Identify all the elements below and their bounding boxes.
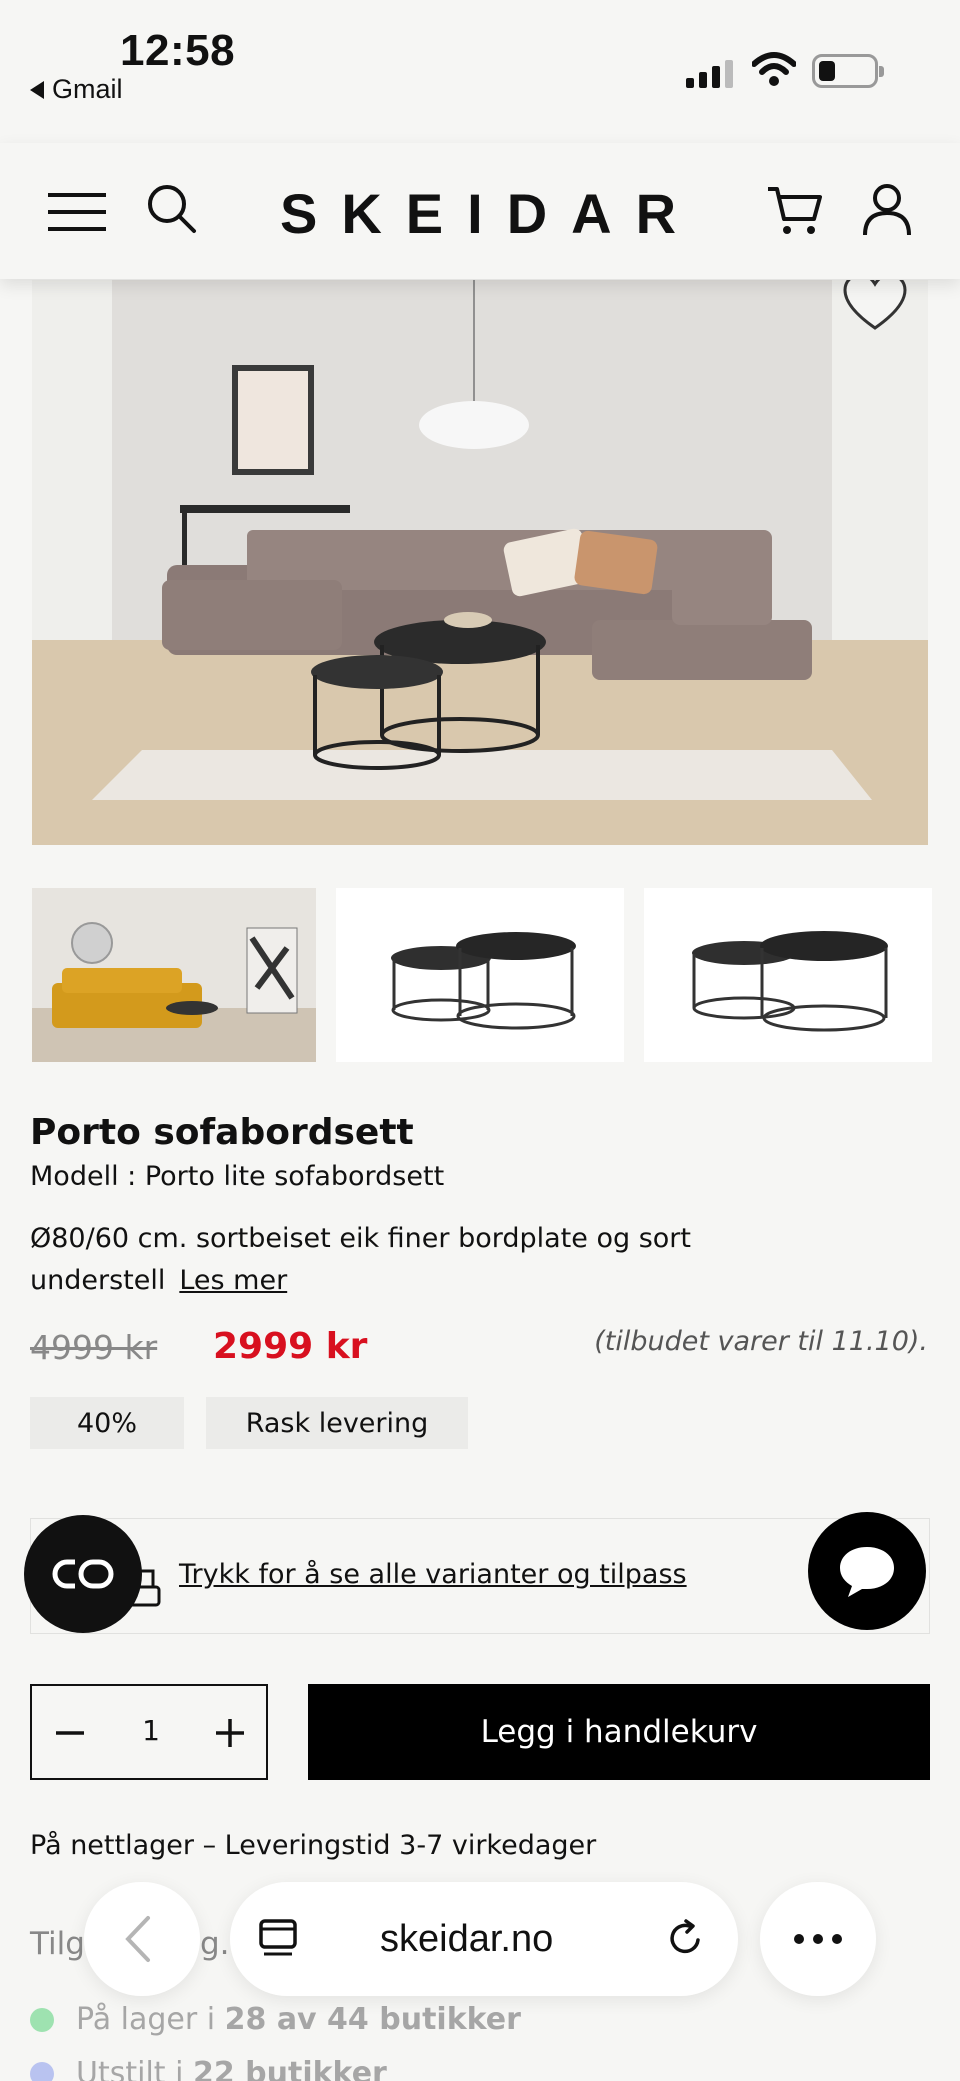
cellular-signal-icon [686,60,733,88]
browser-back-button[interactable] [84,1882,200,1996]
site-header: SKEIDAR [0,143,960,279]
back-triangle-icon [30,80,44,99]
sale-price: 2999 kr [213,1326,368,1367]
thumbnail-2[interactable] [336,888,624,1062]
in-stock-dot [30,2007,54,2032]
add-to-cart-button[interactable]: Legg i handlekurv [308,1684,930,1780]
offer-note: (tilbudet varer til 11.10). [594,1326,928,1357]
speech-bubble-icon [840,1547,894,1597]
product-title: Porto sofabordsett [30,1112,414,1153]
availability-heading-end: g. [200,1926,230,1962]
chat-assistant-button[interactable] [24,1515,142,1633]
read-more-link[interactable]: Les mer [179,1265,287,1296]
product-model: Modell : Porto lite sofabordsett [30,1161,445,1192]
displayed-count: 22 butikker [192,2056,387,2081]
in-stock-row[interactable]: På lager i 28 av 44 butikker [30,2002,521,2037]
quantity-value[interactable]: 1 [122,1714,180,1747]
in-stock-count: 28 av 44 butikker [224,2002,521,2037]
more-dots-icon [794,1934,842,1944]
living-room-scene [32,280,928,845]
status-time: 12:58 [120,26,236,75]
quantity-stepper: 1 [30,1684,268,1780]
availability-heading-start: Tilg [30,1926,85,1962]
browser-more-button[interactable] [760,1882,876,1996]
chat-button[interactable] [808,1512,926,1630]
variants-link-box[interactable]: Trykk for å se alle varianter og tilpass [30,1518,930,1634]
cart-icon[interactable] [766,185,822,237]
minus-icon[interactable] [52,1710,88,1756]
back-app-label: Gmail [52,74,123,104]
thumbnail-1[interactable] [32,888,316,1062]
discount-badge: 40% [30,1397,184,1449]
thumbnail-3[interactable] [644,888,932,1062]
online-stock-text: På nettlager – Leveringstid 3-7 virkedag… [30,1830,597,1861]
displayed-row[interactable]: Utstilt i 22 butikker [30,2056,387,2081]
browser-url: skeidar.no [380,1918,554,1960]
plus-icon[interactable] [212,1710,248,1756]
battery-icon [812,54,884,88]
description-text: Ø80/60 cm. sortbeiset eik finer bordplat… [30,1223,691,1296]
infinity-logo-icon [52,1559,114,1589]
displayed-prefix: Utstilt i [76,2056,193,2081]
old-price: 4999 kr [30,1328,158,1367]
reader-mode-icon[interactable] [258,1918,298,1960]
delivery-badge: Rask levering [206,1397,468,1449]
menu-icon[interactable] [48,191,106,233]
back-to-app-link[interactable]: Gmail [30,74,123,105]
product-thumbnails [32,888,932,1064]
reload-icon[interactable] [664,1918,706,1960]
user-icon[interactable] [862,183,912,237]
product-description: Ø80/60 cm. sortbeiset eik finer bordplat… [30,1218,870,1302]
wifi-icon [752,52,796,86]
browser-address-bar[interactable]: skeidar.no [230,1882,738,1996]
product-main-image[interactable] [32,280,928,845]
displayed-dot [30,2061,54,2081]
search-icon[interactable] [146,183,198,235]
status-bar: 12:58 Gmail [0,0,960,142]
favorite-heart-icon[interactable] [842,280,908,332]
in-stock-prefix: På lager i [76,2002,225,2037]
brand-logo[interactable]: SKEIDAR [280,181,680,246]
variants-link[interactable]: Trykk for å se alle varianter og tilpass [179,1559,687,1590]
chevron-left-icon [125,1916,150,1962]
